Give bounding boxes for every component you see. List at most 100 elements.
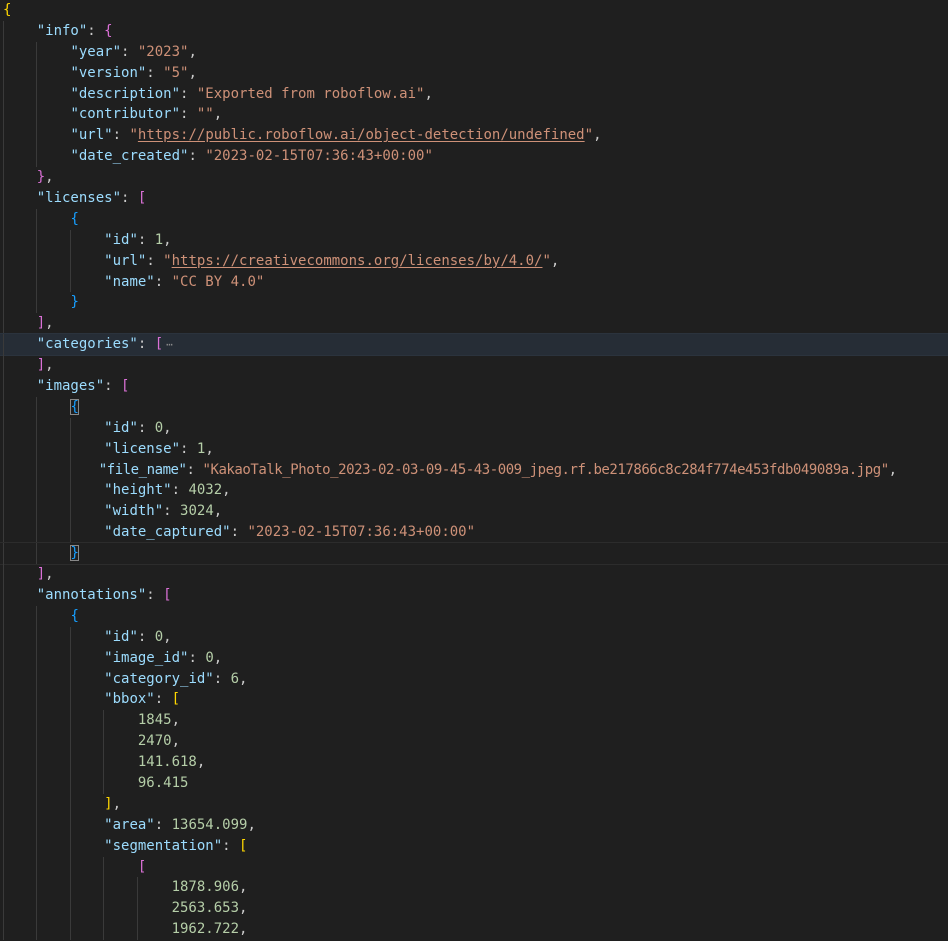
indent-guide: [36, 501, 37, 523]
indent-guide: [3, 146, 4, 168]
indent-guide: [70, 647, 71, 669]
code-line[interactable]: "date_created": "2023-02-15T07:36:43+00:…: [0, 146, 948, 168]
indent-guide: [70, 459, 71, 481]
indent-guide: [3, 125, 4, 147]
code-line[interactable]: "year": "2023",: [0, 41, 948, 63]
punctuation: :: [146, 64, 164, 81]
json-key: "height": [104, 482, 172, 499]
quote: ": [542, 252, 551, 269]
code-line[interactable]: "id": 1,: [0, 229, 948, 251]
indent-guide: [3, 62, 4, 84]
json-number-value: 3024: [180, 503, 214, 520]
code-line[interactable]: ],: [0, 355, 948, 377]
json-number-value: 1845: [137, 712, 172, 729]
indent-guide: [70, 229, 71, 251]
punctuation: :: [186, 461, 203, 478]
code-line[interactable]: "images": [: [0, 376, 948, 397]
code-line[interactable]: {: [0, 396, 948, 418]
close-brace: }: [36, 169, 46, 186]
code-editor[interactable]: { "info": { "year": "2023", "version": "…: [0, 0, 948, 941]
code-line[interactable]: [: [0, 856, 948, 878]
code-line[interactable]: "width": 3024,: [0, 501, 948, 523]
code-line[interactable]: 141.618,: [0, 752, 948, 773]
code-line[interactable]: "category_id": 6,: [0, 668, 948, 690]
code-line[interactable]: },: [0, 167, 948, 189]
json-number-value: 96.415: [137, 774, 189, 791]
indent-guide: [3, 584, 4, 606]
json-key: "images": [36, 378, 105, 395]
close-brace: }: [70, 294, 79, 311]
punctuation: ,: [239, 900, 248, 917]
indent-guide: [103, 710, 104, 732]
open-bracket: [: [137, 858, 147, 875]
indent-guide: [36, 146, 37, 168]
code-line[interactable]: "version": "5",: [0, 62, 948, 84]
code-line[interactable]: 2470,: [0, 731, 948, 753]
indent-guide: [36, 229, 37, 251]
code-line[interactable]: 1962.722,: [0, 919, 948, 941]
code-line[interactable]: "image_id": 0,: [0, 647, 948, 669]
code-line[interactable]: "licenses": [: [0, 188, 948, 209]
open-bracket: [: [154, 336, 164, 353]
code-line[interactable]: 2563.653,: [0, 898, 948, 920]
indent-guide: [36, 605, 37, 627]
indent-guide: [103, 919, 104, 941]
indent-guide: [3, 292, 4, 314]
open-bracket: [: [239, 837, 248, 854]
code-line-current[interactable]: }: [0, 542, 948, 566]
open-brace: {: [3, 2, 12, 18]
code-line[interactable]: "url": "https://creativecommons.org/lice…: [0, 250, 948, 272]
code-line-folded[interactable]: "categories": [⋯: [0, 333, 948, 357]
code-line[interactable]: 1878.906,: [0, 877, 948, 899]
code-line[interactable]: "contributor": "",: [0, 104, 948, 126]
code-line[interactable]: ],: [0, 793, 948, 815]
indent-guide: [103, 752, 104, 773]
indent-guide: [3, 710, 4, 732]
code-line[interactable]: "info": {: [0, 20, 948, 42]
code-line[interactable]: 96.415: [0, 772, 948, 794]
json-key: "categories": [36, 336, 138, 353]
code-line[interactable]: "url": "https://public.roboflow.ai/objec…: [0, 125, 948, 147]
indent-guide: [70, 731, 71, 753]
punctuation: ,: [45, 566, 54, 583]
code-line[interactable]: "license": 1,: [0, 438, 948, 460]
punctuation: :: [222, 837, 240, 854]
code-line[interactable]: "area": 13654.099,: [0, 814, 948, 836]
code-line[interactable]: ],: [0, 564, 948, 585]
code-line[interactable]: "height": 4032,: [0, 480, 948, 502]
code-line[interactable]: }: [0, 292, 948, 314]
code-line[interactable]: {: [0, 605, 948, 627]
code-line[interactable]: "id": 0,: [0, 417, 948, 439]
punctuation: ,: [45, 357, 54, 374]
punctuation: :: [87, 22, 105, 39]
code-line[interactable]: ],: [0, 313, 948, 335]
url-link[interactable]: https://public.roboflow.ai/object-detect…: [138, 127, 585, 143]
punctuation: ,: [188, 43, 197, 60]
url-link[interactable]: https://creativecommons.org/licenses/by/…: [172, 253, 543, 269]
code-line[interactable]: "description": "Exported from roboflow.a…: [0, 83, 948, 105]
punctuation: ,: [222, 482, 231, 499]
fold-ellipsis-icon[interactable]: ⋯: [166, 338, 173, 351]
indent-guide: [103, 856, 104, 878]
code-line[interactable]: "id": 0,: [0, 626, 948, 648]
code-line[interactable]: "segmentation": [: [0, 835, 948, 857]
punctuation: ,: [239, 921, 248, 938]
punctuation: ,: [888, 461, 897, 478]
punctuation: :: [137, 336, 155, 353]
code-line[interactable]: {: [0, 208, 948, 230]
open-bracket: [: [121, 378, 130, 395]
punctuation: :: [188, 148, 206, 165]
code-line[interactable]: {: [0, 0, 948, 21]
punctuation: ,: [163, 628, 172, 645]
code-line[interactable]: "file_name": "KakaoTalk_Photo_2023-02-03…: [0, 459, 948, 481]
indent-guide: [70, 919, 71, 941]
code-line[interactable]: "annotations": [: [0, 584, 948, 606]
code-line[interactable]: "name": "CC BY 4.0": [0, 271, 948, 293]
code-line[interactable]: "bbox": [: [0, 689, 948, 711]
code-line[interactable]: "date_captured": "2023-02-15T07:36:43+00…: [0, 522, 948, 544]
indent-guide: [3, 334, 4, 356]
punctuation: :: [112, 127, 130, 144]
indent-guide: [70, 626, 71, 648]
json-key: "image_id": [104, 649, 189, 666]
code-line[interactable]: 1845,: [0, 710, 948, 732]
